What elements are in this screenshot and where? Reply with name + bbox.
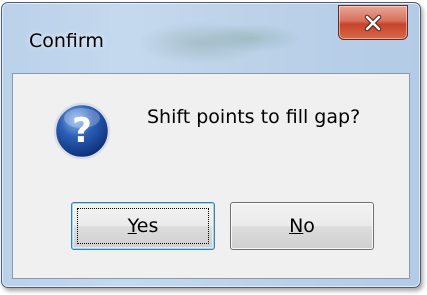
no-label-rest: o: [303, 215, 315, 237]
focus-ring: [77, 208, 209, 244]
question-icon: ?: [53, 102, 111, 160]
close-icon: [364, 14, 382, 31]
window-title: Confirm: [29, 30, 104, 52]
dialog-body: ? Shift points to fill gap? Yes No: [12, 73, 410, 279]
confirm-dialog-window: Confirm ? Shift points to fill gap? Yes …: [1, 2, 421, 288]
yes-button[interactable]: Yes: [71, 202, 215, 250]
confirmation-message: Shift points to fill gap?: [147, 106, 361, 128]
close-button[interactable]: [338, 5, 408, 40]
title-bar[interactable]: Confirm: [2, 3, 420, 73]
no-button[interactable]: No: [230, 202, 374, 250]
svg-text:?: ?: [72, 111, 92, 151]
no-mnemonic: N: [289, 215, 304, 237]
no-button-label: No: [289, 215, 315, 237]
